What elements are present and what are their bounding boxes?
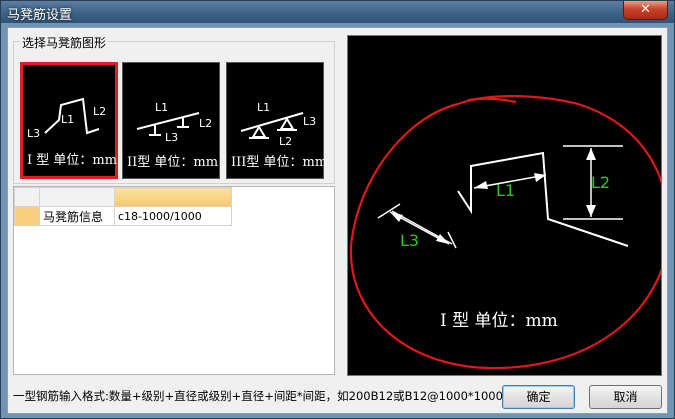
shape-group-label: 选择马凳筋图形 [20,34,109,51]
dialog-window: 马凳筋设置 ✕ 选择马凳筋图形 L1 L2 L3 I 型 单位：mm L1 L2… [0,0,675,419]
property-grid: 马凳筋信息 c18-1000/1000 [13,186,335,375]
preview-label-l2: L2 [591,173,610,192]
shape-1-label-l1: L1 [61,113,74,126]
preview-caption: I 型 单位：mm [440,311,558,331]
shape-2-label-l2: L2 [199,117,212,130]
row-selector[interactable] [14,206,40,226]
input-format-hint: 一型钢筋输入格式:数量+级别+直径或级别+直径+间距*间距，如200B12或B1… [13,389,503,403]
shape-option-type-2[interactable]: L1 L2 L3 II型 单位：mm [122,62,220,179]
close-button[interactable]: ✕ [623,1,668,20]
grid-header-name [39,187,115,207]
preview-label-l3: L3 [400,231,419,250]
shape-1-label-l2: L2 [93,105,106,118]
grid-corner [14,187,40,207]
preview-diagram: L1 L2 L3 I 型 单位：mm [349,95,661,370]
shape-group: 选择马凳筋图形 L1 L2 L3 I 型 单位：mm L1 L2 L3 II型 … [13,34,335,184]
dialog-body: 选择马凳筋图形 L1 L2 L3 I 型 单位：mm L1 L2 L3 II型 … [7,27,668,414]
window-title: 马凳筋设置 [7,8,73,23]
shape-2-label-l1: L1 [155,101,168,114]
shape-option-type-3[interactable]: L1 L2 L3 III型 单位：mm [226,62,328,179]
row-value-cell[interactable]: c18-1000/1000 [114,206,232,226]
shape-option-type-1[interactable]: L1 L2 L3 I 型 单位：mm [20,62,118,179]
ok-button[interactable]: 确定 [502,385,575,409]
title-bar[interactable]: 马凳筋设置 ✕ [1,1,674,23]
shape-1-caption: I 型 单位：mm [27,153,118,168]
cancel-button[interactable]: 取消 [589,385,662,409]
grid-header-row [14,187,232,207]
shape-2-label-l3: L3 [165,131,178,144]
grid-header-value [114,187,232,207]
shape-3-label-l3: L3 [303,115,316,128]
shape-3-caption: III型 单位：mm [231,155,328,170]
preview-label-l1: L1 [496,181,515,200]
close-icon: ✕ [640,2,651,17]
shape-preview: L1 L2 L3 I 型 单位：mm [347,35,662,376]
shape-3-label-l1: L1 [257,101,270,114]
row-name: 马凳筋信息 [39,206,115,226]
shape-3-label-l2: L2 [279,135,292,148]
shape-1-label-l3: L3 [27,127,40,140]
grid-row[interactable]: 马凳筋信息 c18-1000/1000 [14,206,232,226]
shape-2-caption: II型 单位：mm [127,155,219,170]
